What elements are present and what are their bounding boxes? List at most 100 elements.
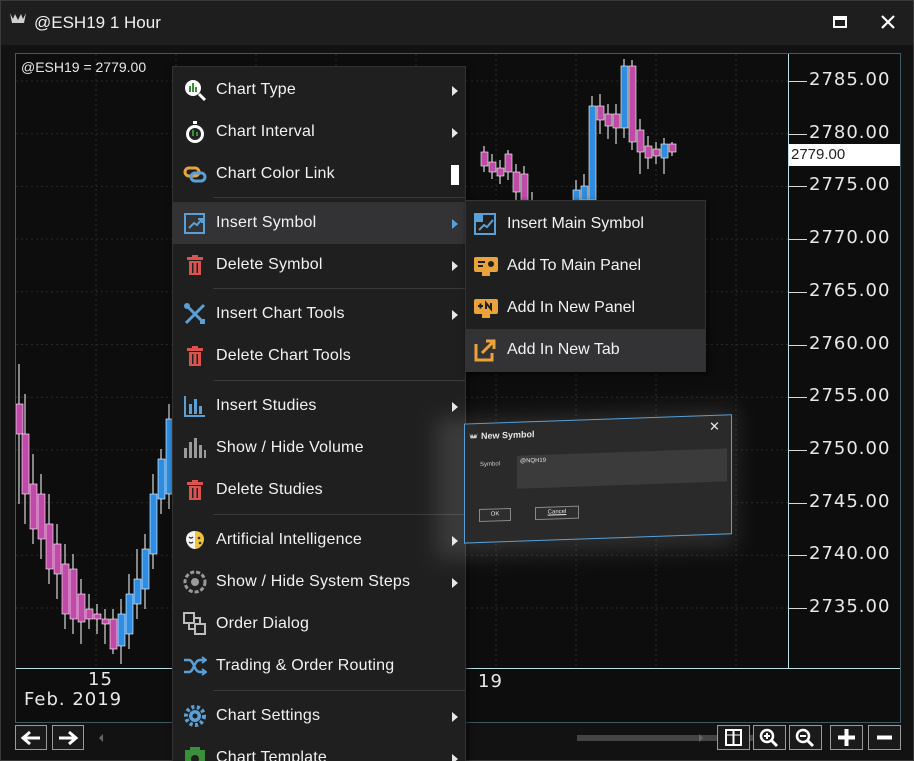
menu-item-label: Show / Hide Volume — [216, 439, 364, 456]
menu-separator — [213, 514, 465, 515]
menu-item-label: Show / Hide System Steps — [216, 573, 411, 590]
candle-body — [488, 161, 497, 173]
zoom-in-icon — [759, 728, 779, 748]
close-icon[interactable] — [877, 11, 899, 33]
submenu-item-label: Add In New Tab — [507, 341, 620, 358]
window-title: @ESH19 1 Hour — [34, 13, 161, 32]
color-link-swatch — [451, 165, 459, 185]
menu-item-label: Insert Studies — [216, 397, 317, 414]
price-label: 2765.00 — [809, 279, 891, 301]
symbol-field-label: Symbol — [480, 461, 501, 469]
price-label: 2740.00 — [809, 543, 891, 565]
submenu-item-label: Add To Main Panel — [507, 257, 642, 274]
submenu-item-insert-main-symbol[interactable]: Insert Main Symbol — [466, 203, 705, 245]
scroll-left-button[interactable] — [15, 725, 47, 750]
dialog-title: New Symbol — [481, 429, 535, 441]
menu-item-show-hide-system-steps[interactable]: Show / Hide System Steps — [173, 561, 465, 603]
menu-item-delete-studies[interactable]: Delete Studies — [173, 469, 465, 511]
candle-body — [652, 148, 661, 157]
columns-icon — [725, 729, 742, 746]
studies-icon — [184, 396, 205, 417]
scroll-left-arrow-icon — [99, 734, 103, 742]
columns-button[interactable] — [717, 725, 750, 750]
menu-item-show-hide-volume[interactable]: Show / Hide Volume — [173, 427, 465, 469]
price-axis[interactable]: 2779.00 2785.00 2780.00 2775.00 2770.00 2765… — [788, 54, 900, 668]
submenu-arrow-icon — [452, 86, 458, 96]
tools-icon — [184, 303, 206, 325]
menu-item-insert-chart-tools[interactable]: Insert Chart Tools — [173, 293, 465, 335]
symbol-input[interactable]: @NQH19 — [517, 448, 727, 489]
menu-item-chart-settings[interactable]: Chart Settings — [173, 695, 465, 737]
menu-item-label: Chart Type — [216, 81, 296, 98]
candle-body — [628, 65, 637, 143]
candle-body — [101, 618, 110, 625]
price-label: 2775.00 — [809, 174, 891, 196]
menu-item-insert-symbol[interactable]: Insert Symbol — [173, 202, 465, 244]
candle-body — [644, 145, 653, 159]
candle-body — [668, 143, 677, 153]
candle-body — [117, 613, 126, 647]
menu-separator — [213, 288, 465, 289]
new-symbol-dialog: New Symbol ✕ Symbol @NQH19 OK Cancel — [464, 414, 732, 544]
add-new-panel-icon — [474, 299, 498, 318]
candle-body — [85, 608, 94, 620]
submenu-item-label: Add In New Panel — [507, 299, 636, 316]
candle-body — [596, 105, 605, 121]
submenu-item-add-to-main-panel[interactable]: Add To Main Panel — [466, 245, 705, 287]
candle-body — [504, 153, 513, 173]
menu-item-order-dialog[interactable]: Order Dialog — [173, 603, 465, 645]
menu-item-label: Order Dialog — [216, 615, 310, 632]
price-tick — [789, 344, 807, 346]
menu-item-label: Trading & Order Routing — [216, 657, 395, 674]
brain-icon — [186, 531, 204, 549]
link-icon — [183, 166, 207, 183]
menu-item-chart-interval[interactable]: Chart Interval — [173, 111, 465, 153]
scroll-right-button[interactable] — [52, 725, 84, 750]
price-tick — [789, 239, 807, 241]
price-label: 2750.00 — [809, 437, 891, 459]
submenu-arrow-icon — [452, 310, 458, 320]
app-logo-icon — [10, 13, 26, 23]
candle-body — [53, 543, 62, 575]
menu-item-label: Chart Template — [216, 749, 328, 761]
ok-button[interactable]: OK — [479, 507, 511, 523]
submenu-arrow-icon — [452, 402, 458, 412]
price-tick — [789, 133, 807, 135]
menu-item-label: Delete Chart Tools — [216, 347, 351, 364]
maximize-icon[interactable] — [829, 11, 851, 33]
gear-icon — [184, 705, 206, 727]
trash-icon — [187, 255, 203, 275]
cancel-button[interactable]: Cancel — [535, 505, 579, 521]
submenu-item-add-in-new-tab[interactable]: Add In New Tab — [466, 329, 705, 371]
menu-item-insert-studies[interactable]: Insert Studies — [173, 385, 465, 427]
insert-symbol-submenu: Insert Main Symbol Add To Main Panel Add… — [465, 200, 706, 372]
template-icon — [185, 747, 205, 761]
insert-main-symbol-icon — [474, 213, 496, 235]
candle-body — [660, 143, 669, 159]
candle-body — [480, 151, 489, 167]
expand-button[interactable] — [830, 725, 863, 750]
price-label: 2780.00 — [809, 121, 891, 143]
minus-icon — [877, 735, 892, 740]
collapse-button[interactable] — [868, 725, 901, 750]
menu-item-chart-type[interactable]: Chart Type — [173, 69, 465, 111]
price-tick — [789, 555, 807, 557]
new-tab-icon — [474, 339, 496, 362]
price-label: 2755.00 — [809, 385, 891, 407]
submenu-arrow-icon — [452, 712, 458, 722]
zoom-in-button[interactable] — [753, 725, 786, 750]
candle-body — [109, 618, 118, 650]
menu-item-artificial-intelligence[interactable]: Artificial Intelligence — [173, 519, 465, 561]
price-label: 2745.00 — [809, 490, 891, 512]
plus-icon — [838, 729, 855, 746]
submenu-item-add-in-new-panel[interactable]: Add In New Panel — [466, 287, 705, 329]
menu-item-label: Artificial Intelligence — [216, 531, 362, 548]
menu-item-delete-symbol[interactable]: Delete Symbol — [173, 244, 465, 286]
menu-item-chart-template[interactable]: Chart Template — [173, 737, 465, 761]
menu-item-chart-color-link[interactable]: Chart Color Link — [173, 153, 465, 195]
close-icon[interactable]: ✕ — [709, 419, 720, 435]
menu-item-delete-chart-tools[interactable]: Delete Chart Tools — [173, 335, 465, 377]
menu-item-trading-order-routing[interactable]: Trading & Order Routing — [173, 645, 465, 687]
candle-body — [29, 483, 38, 530]
zoom-out-button[interactable] — [789, 725, 822, 750]
